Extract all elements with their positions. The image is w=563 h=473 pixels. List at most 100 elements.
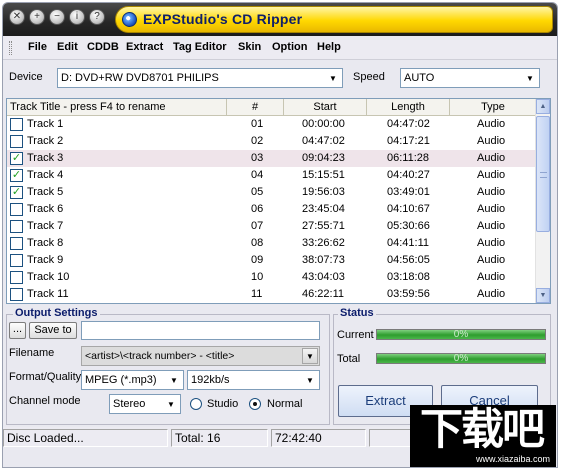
device-value: D: DVD+RW DVD8701 PHILIPS bbox=[61, 72, 219, 84]
browse-button[interactable]: ... bbox=[9, 322, 26, 339]
device-select[interactable]: D: DVD+RW DVD8701 PHILIPS ▼ bbox=[57, 68, 343, 88]
chevron-down-icon[interactable]: ▼ bbox=[302, 348, 318, 364]
maximize-icon[interactable]: + bbox=[29, 9, 45, 25]
status-state: Disc Loaded... bbox=[3, 429, 168, 447]
track-checkbox[interactable]: ✓ bbox=[10, 169, 23, 182]
menu-extract[interactable]: Extract bbox=[126, 41, 163, 53]
scroll-up-icon[interactable]: ▲ bbox=[536, 99, 550, 114]
format-select[interactable]: MPEG (*.mp3) ▼ bbox=[81, 370, 184, 390]
menu-option[interactable]: Option bbox=[272, 41, 307, 53]
chevron-down-icon[interactable]: ▼ bbox=[522, 70, 538, 86]
table-row[interactable]: ✓ Track 3 03 09:04:23 06:11:28 Audio bbox=[7, 150, 537, 167]
menu-cddb[interactable]: CDDB bbox=[87, 41, 119, 53]
chevron-down-icon[interactable]: ▼ bbox=[325, 70, 341, 86]
track-list-scrollbar[interactable]: ▲ ▼ bbox=[535, 99, 550, 303]
track-checkbox[interactable] bbox=[10, 203, 23, 216]
track-checkbox[interactable]: ✓ bbox=[10, 186, 23, 199]
table-row[interactable]: Track 10 10 43:04:03 03:18:08 Audio bbox=[7, 269, 537, 286]
title-pill: EXPStudio's CD Ripper bbox=[115, 6, 553, 33]
channel-mode-select[interactable]: Stereo ▼ bbox=[109, 394, 181, 414]
track-type: Audio bbox=[477, 135, 506, 147]
column-type[interactable]: Type bbox=[450, 99, 537, 116]
chevron-down-icon[interactable]: ▼ bbox=[166, 372, 182, 388]
track-list-header: Track Title - press F4 to rename # Start… bbox=[7, 99, 537, 116]
title-bar[interactable]: ✕ + − i ? EXPStudio's CD Ripper bbox=[3, 3, 557, 36]
output-settings-title: Output Settings bbox=[13, 307, 100, 319]
track-type: Audio bbox=[477, 271, 506, 283]
quality-select[interactable]: 192kb/s ▼ bbox=[187, 370, 320, 390]
studio-radio[interactable] bbox=[190, 398, 202, 410]
track-list[interactable]: Track Title - press F4 to rename # Start… bbox=[6, 98, 551, 304]
save-to-button[interactable]: Save to bbox=[29, 322, 77, 339]
track-length: 04:10:67 bbox=[387, 203, 430, 215]
track-title: Track 11 bbox=[27, 288, 69, 300]
track-checkbox[interactable] bbox=[10, 135, 23, 148]
column-start[interactable]: Start bbox=[284, 99, 367, 116]
column-number[interactable]: # bbox=[227, 99, 284, 116]
table-row[interactable]: Track 8 08 33:26:62 04:41:11 Audio bbox=[7, 235, 537, 252]
track-title: Track 9 bbox=[27, 254, 64, 266]
table-row[interactable]: Track 11 11 46:22:11 03:59:56 Audio bbox=[7, 286, 537, 303]
track-length: 04:41:11 bbox=[387, 237, 430, 249]
table-row[interactable]: ✓ Track 5 05 19:56:03 03:49:01 Audio bbox=[7, 184, 537, 201]
table-row[interactable]: Track 2 02 04:47:02 04:17:21 Audio bbox=[7, 133, 537, 150]
close-icon[interactable]: ✕ bbox=[9, 9, 25, 25]
track-num: 10 bbox=[251, 271, 264, 283]
track-length: 03:59:56 bbox=[387, 288, 430, 300]
table-row[interactable]: Track 6 06 23:45:04 04:10:67 Audio bbox=[7, 201, 537, 218]
table-row[interactable]: Track 7 07 27:55:71 05:30:66 Audio bbox=[7, 218, 537, 235]
track-checkbox[interactable] bbox=[10, 237, 23, 250]
save-to-input[interactable] bbox=[81, 321, 320, 340]
menu-skin[interactable]: Skin bbox=[238, 41, 261, 53]
track-num: 04 bbox=[251, 169, 264, 181]
track-length: 04:40:27 bbox=[387, 169, 430, 181]
track-start: 00:00:00 bbox=[302, 118, 345, 130]
status-total-tracks: Total: 16 bbox=[171, 429, 268, 447]
site-watermark: 下载吧 www.xiazaiba.com bbox=[410, 405, 556, 467]
track-length: 04:56:05 bbox=[387, 254, 430, 266]
track-checkbox[interactable]: ✓ bbox=[10, 152, 23, 165]
chevron-down-icon[interactable]: ▼ bbox=[302, 372, 318, 388]
track-type: Audio bbox=[477, 169, 506, 181]
track-title: Track 2 bbox=[27, 135, 64, 147]
track-start: 09:04:23 bbox=[302, 152, 345, 164]
filename-select[interactable]: <artist>\<track number> - <title> ▼ bbox=[81, 346, 320, 366]
format-value: MPEG (*.mp3) bbox=[85, 374, 157, 386]
track-title: Track 7 bbox=[27, 220, 64, 232]
cd-app-icon bbox=[122, 12, 137, 27]
minimize-icon[interactable]: − bbox=[49, 9, 65, 25]
current-label: Current bbox=[337, 329, 374, 341]
track-checkbox[interactable] bbox=[10, 118, 23, 131]
column-title[interactable]: Track Title - press F4 to rename bbox=[7, 99, 227, 116]
menu-help[interactable]: Help bbox=[317, 41, 341, 53]
table-row[interactable]: ✓ Track 4 04 15:15:51 04:40:27 Audio bbox=[7, 167, 537, 184]
menu-tag-editor[interactable]: Tag Editor bbox=[173, 41, 227, 53]
speed-select[interactable]: AUTO ▼ bbox=[400, 68, 540, 88]
window-title: EXPStudio's CD Ripper bbox=[143, 11, 303, 27]
column-length[interactable]: Length bbox=[367, 99, 450, 116]
help-icon[interactable]: ? bbox=[89, 9, 105, 25]
track-checkbox[interactable] bbox=[10, 220, 23, 233]
normal-radio[interactable] bbox=[249, 398, 261, 410]
track-num: 07 bbox=[251, 220, 264, 232]
track-length: 04:47:02 bbox=[387, 118, 430, 130]
menu-edit[interactable]: Edit bbox=[57, 41, 78, 53]
table-row[interactable]: Track 1 01 00:00:00 04:47:02 Audio bbox=[7, 116, 537, 133]
menu-file[interactable]: File bbox=[28, 41, 47, 53]
chevron-down-icon[interactable]: ▼ bbox=[163, 396, 179, 412]
channel-mode-value: Stereo bbox=[113, 398, 146, 410]
track-checkbox[interactable] bbox=[10, 271, 23, 284]
track-num: 03 bbox=[251, 152, 264, 164]
menu-bar: File Edit CDDB Extract Tag Editor Skin O… bbox=[3, 36, 557, 60]
track-num: 02 bbox=[251, 135, 264, 147]
scroll-thumb[interactable] bbox=[536, 116, 550, 232]
track-start: 38:07:73 bbox=[302, 254, 345, 266]
main-window: ✕ + − i ? EXPStudio's CD Ripper File Edi… bbox=[2, 2, 558, 468]
table-row[interactable]: Track 9 09 38:07:73 04:56:05 Audio bbox=[7, 252, 537, 269]
channel-mode-label: Channel mode bbox=[9, 395, 81, 407]
scroll-down-icon[interactable]: ▼ bbox=[536, 288, 550, 303]
track-title: Track 4 bbox=[27, 169, 64, 181]
track-checkbox[interactable] bbox=[10, 254, 23, 267]
info-icon[interactable]: i bbox=[69, 9, 85, 25]
track-checkbox[interactable] bbox=[10, 288, 23, 301]
